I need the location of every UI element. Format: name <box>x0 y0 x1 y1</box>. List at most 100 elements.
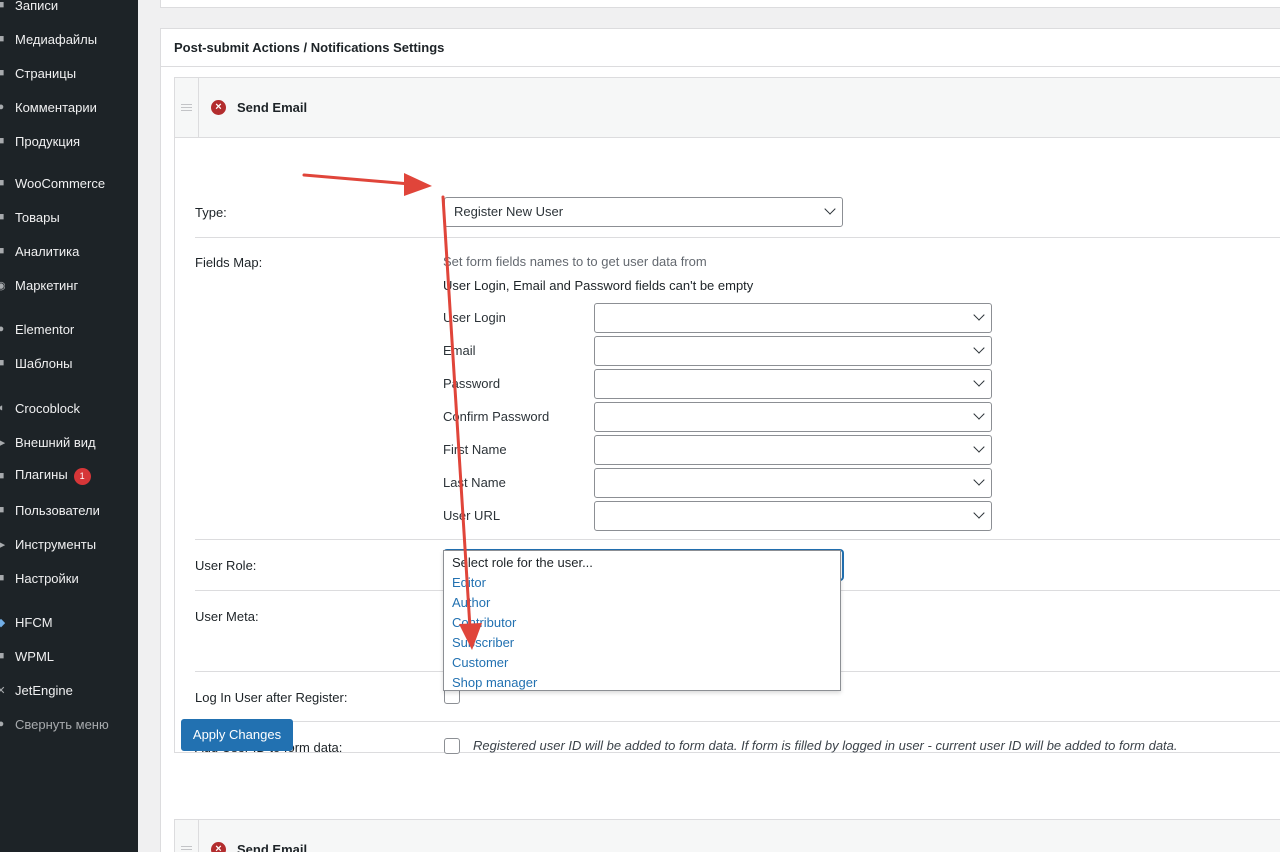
plugin-icon: ■ <box>0 470 5 482</box>
user-meta-label: User Meta: <box>195 609 259 624</box>
row-divider <box>195 539 1280 540</box>
menu-item-media[interactable]: ■ Медиафайлы <box>0 22 138 56</box>
menu-item-pages[interactable]: ■ Страницы <box>0 56 138 90</box>
crocoblock-icon: ◖ <box>0 402 5 414</box>
drag-handle-icon[interactable] <box>175 820 199 852</box>
menu-item-marketing[interactable]: ◉ Маркетинг <box>0 268 138 302</box>
menu-item-posts[interactable]: ■ Записи <box>0 0 138 22</box>
action-send-email-2: × Send Email <box>174 819 1280 852</box>
chevron-down-icon <box>973 408 985 420</box>
action-header: × Send Email <box>175 820 1280 852</box>
type-select-value: Register New User <box>454 204 564 219</box>
user-role-dropdown: Select role for the user... Editor Autho… <box>443 550 841 691</box>
menu-item-elementor[interactable]: ● Elementor <box>0 312 138 346</box>
media-icon: ■ <box>0 33 5 45</box>
chevron-down-icon <box>973 441 985 453</box>
panel-divider <box>161 66 1280 67</box>
chevron-down-icon <box>973 309 985 321</box>
field-last-name-select[interactable] <box>594 468 992 498</box>
add-user-id-checkbox[interactable] <box>444 738 460 754</box>
previous-panel <box>160 0 1280 8</box>
action-header: × Send Email <box>175 78 1280 138</box>
field-user-url-label: User URL <box>443 508 501 523</box>
menu-item-collapse[interactable]: ● Свернуть меню <box>0 707 138 741</box>
plugins-update-badge: 1 <box>73 467 91 485</box>
field-password-select[interactable] <box>594 369 992 399</box>
role-option-customer[interactable]: Customer <box>452 655 508 670</box>
login-after-register-label: Log In User after Register: <box>195 690 348 705</box>
delete-action-icon[interactable]: × <box>211 100 226 115</box>
field-password-label: Password <box>443 376 501 391</box>
menu-item-plugins[interactable]: ■ Плагины 1 <box>0 459 138 493</box>
menu-group-content: ■ Записи ■ Медиафайлы ■ Страницы ● Комментар… <box>0 0 138 158</box>
role-option-contributor[interactable]: Contributor <box>452 615 516 630</box>
chevron-down-icon <box>824 203 836 215</box>
fields-map-requirement: User Login, Email and Password fields ca… <box>443 278 754 293</box>
menu-item-comments[interactable]: ● Комментарии <box>0 90 138 124</box>
drag-handle-icon[interactable] <box>175 78 199 138</box>
field-first-name-label: First Name <box>443 442 507 457</box>
woocommerce-icon: ■ <box>0 177 5 189</box>
folder-icon: ■ <box>0 357 5 369</box>
menu-group-admin: ◖ Crocoblock ▶ Внешний вид ■ Плагины 1 ■ Поль… <box>0 391 138 595</box>
field-email-label: Email <box>443 343 476 358</box>
menu-item-goods[interactable]: ■ Товары <box>0 200 138 234</box>
menu-item-woocommerce[interactable]: ■ WooCommerce <box>0 166 138 200</box>
field-user-login-label: User Login <box>443 310 506 325</box>
chevron-down-icon <box>973 474 985 486</box>
chart-icon: ■ <box>0 245 5 257</box>
row-divider <box>195 237 1280 238</box>
action-title: Send Email <box>237 100 308 115</box>
menu-item-crocoblock[interactable]: ◖ Crocoblock <box>0 391 138 425</box>
role-option-subscriber[interactable]: Subscriber <box>452 635 514 650</box>
type-select[interactable]: Register New User <box>444 197 843 227</box>
comment-icon: ● <box>0 101 5 113</box>
menu-item-wpml[interactable]: ■ WPML <box>0 639 138 673</box>
field-email-select[interactable] <box>594 336 992 366</box>
menu-item-products[interactable]: ■ Продукция <box>0 124 138 158</box>
tools-icon: ▶ <box>0 538 5 551</box>
menu-group-elementor: ● Elementor ■ Шаблоны <box>0 312 138 380</box>
menu-item-analytics[interactable]: ■ Аналитика <box>0 234 138 268</box>
role-option-editor[interactable]: Editor <box>452 575 486 590</box>
role-option-placeholder[interactable]: Select role for the user... <box>452 555 593 570</box>
menu-group-woo: ■ WooCommerce ■ Товары ■ Аналитика ◉ Маркети… <box>0 166 138 302</box>
fields-map-hint: Set form fields names to to get user dat… <box>443 254 707 269</box>
menu-item-settings[interactable]: ■ Настройки <box>0 561 138 595</box>
admin-sidebar: ■ Записи ■ Медиафайлы ■ Страницы ● Комментар… <box>0 0 138 852</box>
menu-item-tools[interactable]: ▶ Инструменты <box>0 527 138 561</box>
menu-item-hfcm[interactable]: ◆ HFCM <box>0 605 138 639</box>
panel-title: Post-submit Actions / Notifications Sett… <box>174 40 445 55</box>
page-icon: ■ <box>0 67 5 79</box>
settings-icon: ■ <box>0 572 5 584</box>
archive-icon: ■ <box>0 211 5 223</box>
menu-item-plugins-label: Плагины <box>15 467 68 483</box>
field-user-url-select[interactable] <box>594 501 992 531</box>
chevron-down-icon <box>973 375 985 387</box>
field-first-name-select[interactable] <box>594 435 992 465</box>
field-confirm-password-select[interactable] <box>594 402 992 432</box>
elementor-icon: ● <box>0 323 5 335</box>
menu-item-templates[interactable]: ■ Шаблоны <box>0 346 138 380</box>
menu-item-users[interactable]: ■ Пользователи <box>0 493 138 527</box>
globe-icon: ■ <box>0 650 5 662</box>
fields-map-label: Fields Map: <box>195 255 263 270</box>
user-role-label: User Role: <box>195 558 257 573</box>
type-label: Type: <box>195 205 227 220</box>
field-last-name-label: Last Name <box>443 475 506 490</box>
field-user-login-select[interactable] <box>594 303 992 333</box>
menu-item-appearance[interactable]: ▶ Внешний вид <box>0 425 138 459</box>
add-user-id-description: Registered user ID will be added to form… <box>473 738 1178 753</box>
role-option-shop-manager[interactable]: Shop manager <box>452 675 537 690</box>
row-divider <box>195 721 1280 722</box>
chevron-down-icon <box>973 507 985 519</box>
delete-action-icon[interactable]: × <box>211 842 226 852</box>
megaphone-icon: ◉ <box>0 279 5 292</box>
chevron-down-icon <box>973 342 985 354</box>
brush-icon: ▶ <box>0 436 5 449</box>
apply-changes-button[interactable]: Apply Changes <box>181 719 293 751</box>
menu-item-jetengine[interactable]: ✕ JetEngine <box>0 673 138 707</box>
collapse-icon: ● <box>0 718 5 730</box>
role-option-author[interactable]: Author <box>452 595 490 610</box>
users-icon: ■ <box>0 504 5 516</box>
